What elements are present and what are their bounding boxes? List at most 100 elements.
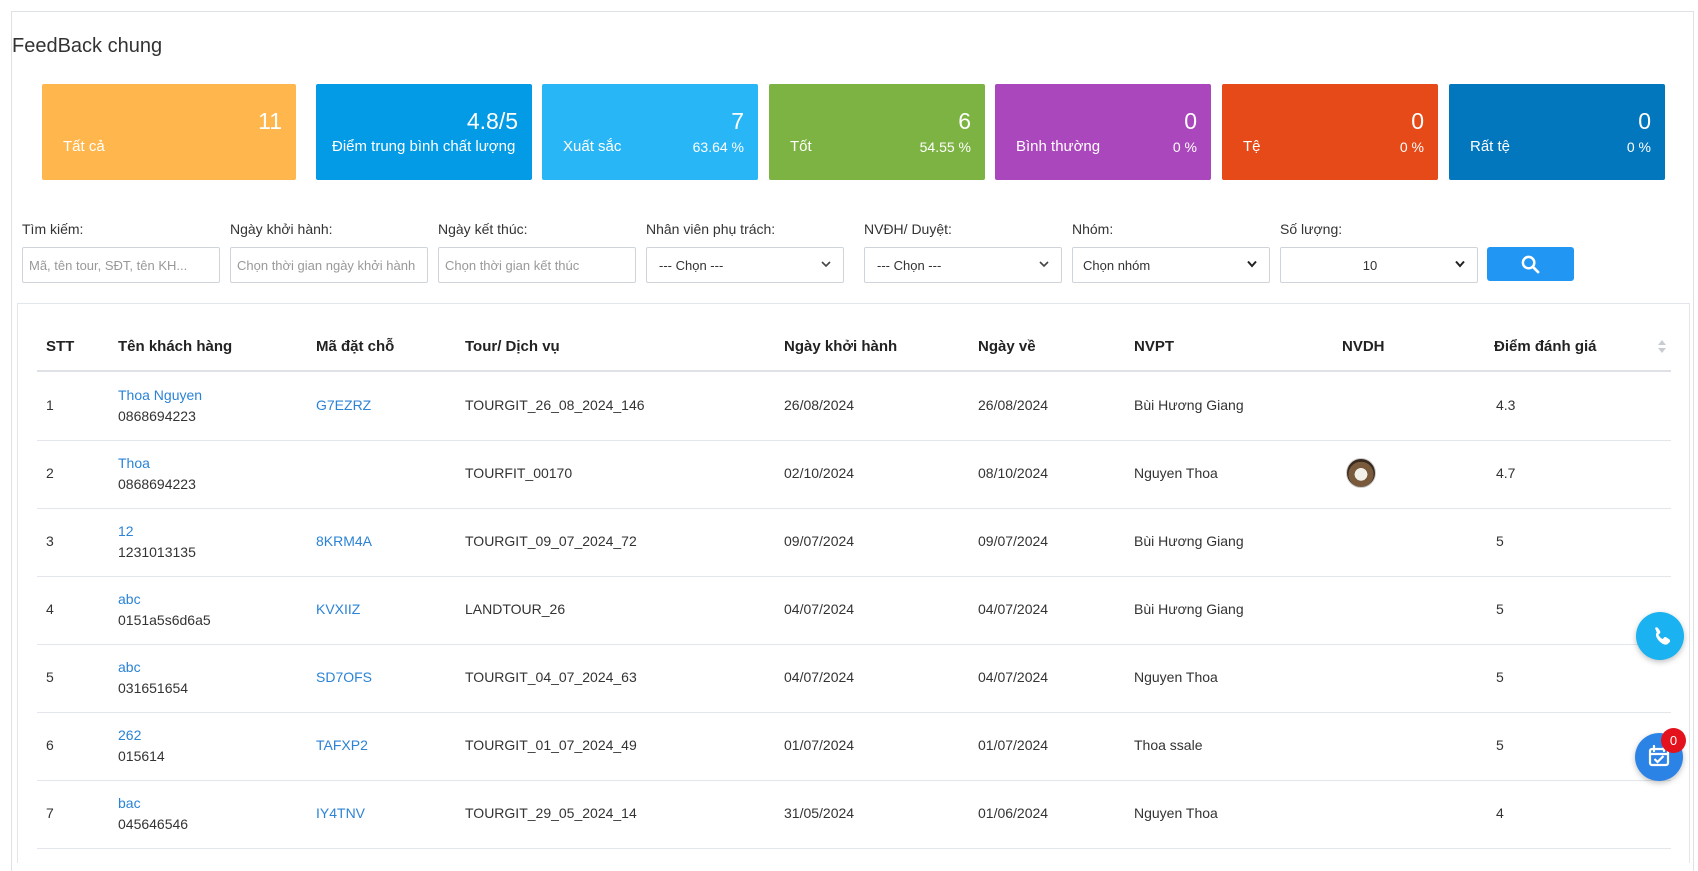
approver-select[interactable]: --- Chọn --- (864, 247, 1062, 283)
customer-phone: 0868694223 (118, 408, 196, 424)
stat-value: 11 (258, 108, 282, 134)
row-stt: 6 (46, 737, 54, 753)
row-divider (37, 712, 1671, 713)
tour-service: TOURGIT_29_05_2024_14 (465, 805, 637, 821)
notification-badge: 0 (1661, 728, 1686, 753)
search-label: Tìm kiếm: (22, 221, 84, 237)
stat-percent: 54.55 % (919, 139, 971, 155)
stat-label: Xuất sắc (563, 138, 622, 155)
booking-code-link[interactable]: SD7OFS (316, 669, 372, 685)
start-date-input[interactable]: Chọn thời gian ngày khởi hành (230, 247, 428, 283)
booking-code-link[interactable]: 8KRM4A (316, 533, 372, 549)
stat-label: Tệ (1243, 138, 1261, 155)
start-date: 09/07/2024 (784, 533, 855, 549)
stat-card-avg-quality[interactable]: 4.8/5 Điểm trung bình chất lượng (316, 84, 532, 180)
stat-label: Tốt (790, 138, 812, 155)
end-date-label: Ngày kết thúc: (438, 221, 528, 237)
rating-score: 4.3 (1496, 397, 1516, 413)
column-header-stt[interactable]: STT (46, 338, 74, 355)
row-divider (37, 848, 1671, 849)
tour-service: TOURGIT_09_07_2024_72 (465, 533, 637, 549)
end-date: 08/10/2024 (978, 465, 1049, 481)
rating-score: 5 (1496, 737, 1504, 753)
customer-name-link[interactable]: Thoa (118, 455, 150, 471)
stat-value: 7 (731, 108, 744, 134)
stat-value: 0 (1411, 108, 1424, 134)
customer-name-link[interactable]: bac (118, 795, 141, 811)
tour-service: TOURGIT_01_07_2024_49 (465, 737, 637, 753)
column-header-end-date[interactable]: Ngày về (978, 338, 1036, 355)
column-header-booking-code[interactable]: Mã đặt chỗ (316, 338, 394, 355)
chevron-down-icon (821, 261, 831, 268)
start-date: 02/10/2024 (784, 465, 855, 481)
column-header-rating[interactable]: Điểm đánh giá (1494, 338, 1597, 355)
booking-code-link[interactable]: IY4TNV (316, 805, 365, 821)
nvpt-name: Nguyen Thoa (1134, 465, 1218, 481)
row-divider (37, 440, 1671, 441)
approver-label: NVĐH/ Duyệt: (864, 221, 952, 237)
quantity-select[interactable]: 10 (1280, 247, 1478, 283)
booking-code-link[interactable]: G7EZRZ (316, 397, 371, 413)
customer-name-link[interactable]: 12 (118, 523, 134, 539)
rating-score: 4.7 (1496, 465, 1516, 481)
start-date: 04/07/2024 (784, 601, 855, 617)
tour-service: TOURGIT_04_07_2024_63 (465, 669, 637, 685)
customer-name-link[interactable]: 262 (118, 727, 141, 743)
customer-name-link[interactable]: abc (118, 659, 141, 675)
stat-value: 4.8/5 (466, 108, 518, 134)
avatar (1346, 458, 1376, 488)
chevron-down-icon (1039, 261, 1049, 268)
stat-card-all[interactable]: 11 Tất cả (42, 84, 296, 180)
row-divider (37, 780, 1671, 781)
end-date: 26/08/2024 (978, 397, 1049, 413)
stat-card-very-bad[interactable]: 0 Rất tệ 0 % (1449, 84, 1665, 180)
search-input[interactable]: Mã, tên tour, SĐT, tên KH... (22, 247, 220, 283)
sort-icon[interactable] (1657, 338, 1667, 355)
approver-select-value: --- Chọn --- (877, 258, 942, 273)
row-stt: 3 (46, 533, 54, 549)
column-header-nvdh[interactable]: NVDH (1342, 338, 1385, 355)
stat-label: Rất tệ (1470, 138, 1511, 155)
end-date-input[interactable]: Chọn thời gian kết thúc (438, 247, 636, 283)
row-stt: 7 (46, 805, 54, 821)
column-header-customer-name[interactable]: Tên khách hàng (118, 338, 232, 355)
stat-card-bad[interactable]: 0 Tệ 0 % (1222, 84, 1438, 180)
stat-label: Bình thường (1016, 138, 1101, 155)
stat-card-normal[interactable]: 0 Bình thường 0 % (995, 84, 1211, 180)
end-date: 01/06/2024 (978, 805, 1049, 821)
start-date-label: Ngày khởi hành: (230, 221, 333, 237)
booking-code-link[interactable]: KVXIIZ (316, 601, 360, 617)
column-header-start-date[interactable]: Ngày khởi hành (784, 338, 897, 355)
row-stt: 1 (46, 397, 54, 413)
end-date: 01/07/2024 (978, 737, 1049, 753)
tour-service: LANDTOUR_26 (465, 601, 566, 617)
end-date: 04/07/2024 (978, 601, 1049, 617)
customer-name-link[interactable]: Thoa Nguyen (118, 387, 202, 403)
staff-select[interactable]: --- Chọn --- (646, 247, 844, 283)
stat-card-good[interactable]: 6 Tốt 54.55 % (769, 84, 985, 180)
search-button[interactable] (1487, 247, 1574, 281)
row-stt: 4 (46, 601, 54, 617)
customer-name-link[interactable]: abc (118, 591, 141, 607)
end-date: 04/07/2024 (978, 669, 1049, 685)
booking-code-link[interactable]: TAFXP2 (316, 737, 368, 753)
nvpt-name: Nguyen Thoa (1134, 805, 1218, 821)
page-title: FeedBack chung (12, 35, 163, 57)
stat-label: Điểm trung bình chất lượng (332, 138, 516, 155)
tour-service: TOURGIT_26_08_2024_146 (465, 397, 645, 413)
column-header-nvpt[interactable]: NVPT (1134, 338, 1174, 355)
stat-card-excellent[interactable]: 7 Xuất sắc 63.64 % (542, 84, 758, 180)
row-divider (37, 576, 1671, 577)
group-select-value: Chọn nhóm (1083, 258, 1151, 273)
group-select[interactable]: Chọn nhóm (1072, 247, 1270, 283)
group-label: Nhóm: (1072, 221, 1114, 237)
quantity-select-value: 10 (1362, 258, 1378, 273)
stat-percent: 0 % (1172, 139, 1197, 155)
stat-percent: 0 % (1626, 139, 1651, 155)
row-divider (37, 644, 1671, 645)
end-date: 09/07/2024 (978, 533, 1049, 549)
column-header-tour-service[interactable]: Tour/ Dịch vụ (465, 338, 560, 355)
chevron-down-icon (1247, 260, 1257, 268)
stat-value: 0 (1184, 108, 1197, 134)
call-button[interactable] (1636, 612, 1684, 660)
